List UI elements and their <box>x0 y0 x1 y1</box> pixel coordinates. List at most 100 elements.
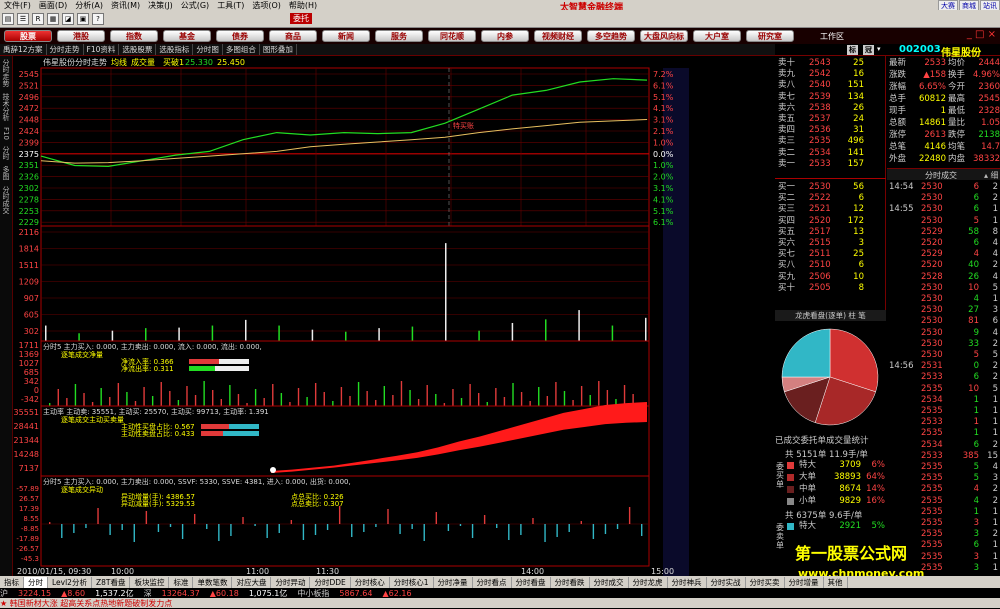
ask-row[interactable]: 卖九 2542 16 <box>775 69 886 80</box>
ask-row[interactable]: 卖一 2533 157 <box>775 159 886 170</box>
tick-row[interactable]: 2535 10 5 <box>887 384 1000 395</box>
tick-row[interactable]: 2520 40 2 <box>887 260 1000 271</box>
bid-row[interactable]: 买三 2521 12 <box>775 204 886 215</box>
workarea-label[interactable]: 工作区 <box>820 31 844 42</box>
bottom-tab[interactable]: 分时增量 <box>785 576 824 588</box>
tick-row[interactable]: 2530 33 2 <box>887 339 1000 350</box>
tick-row[interactable]: 2534 6 2 <box>887 440 1000 451</box>
nav-item[interactable]: 服务 <box>375 30 423 42</box>
news-ticker[interactable]: ★ 韩国新材大涨 超高关系点热地新题破制发力点 <box>0 598 1000 608</box>
bottom-tab[interactable]: 分时核心1 <box>390 576 434 588</box>
bottom-tab[interactable]: 分时净量 <box>434 576 473 588</box>
arrow-icons[interactable]: ▴ 细 <box>984 170 999 181</box>
subtool-item[interactable]: 图形叠加 <box>260 44 297 55</box>
tick-row[interactable]: 2535 3 2 <box>887 529 1000 540</box>
left-tab[interactable]: 分时 <box>1 146 11 160</box>
tick-row[interactable]: 2534 1 1 <box>887 395 1000 406</box>
badge-mark[interactable]: 标 <box>847 45 858 55</box>
subtool-item[interactable]: 分时图 <box>193 44 223 55</box>
tick-row[interactable]: 2528 26 4 <box>887 272 1000 283</box>
left-tab[interactable]: 技术分析 <box>1 93 11 121</box>
subtool-item[interactable]: 选股指标 <box>156 44 194 55</box>
bottom-tab[interactable]: 分时龙虎 <box>629 576 668 588</box>
bid-row[interactable]: 买八 2510 6 <box>775 260 886 271</box>
tick-row[interactable]: 2535 1 1 <box>887 507 1000 518</box>
ask-row[interactable]: 卖七 2539 134 <box>775 92 886 103</box>
tick-row[interactable]: 2535 4 2 <box>887 496 1000 507</box>
subtool-item[interactable]: 选股股票 <box>119 44 157 55</box>
tick-row[interactable]: 2533 385 15 <box>887 451 1000 462</box>
left-tab[interactable]: F10 <box>2 127 10 140</box>
nav-item[interactable]: 内参 <box>481 30 529 42</box>
bottom-tab[interactable]: 单数笔数 <box>193 576 233 588</box>
dragon-header[interactable]: 龙虎看盘(逐单) 柱 笔 <box>775 310 886 321</box>
tick-row[interactable]: 2530 5 5 <box>887 350 1000 361</box>
subtool-item[interactable]: 多图组合 <box>223 44 260 55</box>
bottom-tab[interactable]: 分时买卖 <box>746 576 785 588</box>
tick-row[interactable]: 2529 58 8 <box>887 227 1000 238</box>
intraday-chart[interactable]: 伟星股份 分时走势 均线 成交量 买破1 25.330 25.450 2545 7.2% 2521… <box>13 56 775 576</box>
nav-item[interactable]: 同花顺 <box>428 30 476 42</box>
bottom-tab[interactable]: 分时异动 <box>271 576 311 588</box>
nav-item[interactable]: 视频财经 <box>534 30 582 42</box>
bottom-tab[interactable]: 分时成交 <box>590 576 629 588</box>
tick-row[interactable]: 2529 4 4 <box>887 249 1000 260</box>
nav-item[interactable]: 基金 <box>163 30 211 42</box>
tick-row[interactable]: 2530 27 3 <box>887 305 1000 316</box>
tick-row[interactable]: 2535 5 4 <box>887 462 1000 473</box>
nav-item[interactable]: 股票 <box>4 30 52 42</box>
bottom-tab[interactable]: 指标 <box>0 576 24 588</box>
bid-row[interactable]: 买九 2506 10 <box>775 272 886 283</box>
bid-row[interactable]: 买五 2517 13 <box>775 227 886 238</box>
bid-row[interactable]: 买六 2515 3 <box>775 238 886 249</box>
bid-row[interactable]: 买四 2520 172 <box>775 216 886 227</box>
tick-row[interactable]: 2533 6 2 <box>887 372 1000 383</box>
bottom-tab[interactable]: 分时看盘 <box>512 576 551 588</box>
bid-row[interactable]: 买二 2522 6 <box>775 193 886 204</box>
dragon-header-tabs[interactable]: 柱 笔 <box>848 311 865 320</box>
nav-item[interactable]: 港股 <box>57 30 105 42</box>
bid-row[interactable]: 买十 2505 8 <box>775 283 886 294</box>
bottom-tab[interactable]: Levl2分析 <box>48 576 92 588</box>
tick-row[interactable]: 2530 4 1 <box>887 294 1000 305</box>
ask-row[interactable]: 卖三 2535 496 <box>775 136 886 147</box>
tick-row[interactable]: 2530 81 6 <box>887 316 1000 327</box>
left-tab[interactable]: 多图 <box>1 166 11 180</box>
subtool-item[interactable]: F10资料 <box>84 44 120 55</box>
tick-list[interactable]: 14:54 2530 6 2 2530 6 2 14:55 2530 6 1 2530 5 1 2529 58… <box>887 182 1000 576</box>
help-icon[interactable]: ? <box>92 12 104 25</box>
bottom-tab[interactable]: 标准 <box>169 576 194 588</box>
tick-row[interactable]: 2535 4 2 <box>887 484 1000 495</box>
nav-item[interactable]: 研究室 <box>746 30 794 42</box>
ask-row[interactable]: 卖十 2543 25 <box>775 58 886 69</box>
nav-item[interactable]: 大盘风向标 <box>640 30 688 42</box>
ask-row[interactable]: 卖二 2534 141 <box>775 148 886 159</box>
window-icon[interactable]: ▣ <box>77 12 89 25</box>
bid-row[interactable]: 买七 2511 25 <box>775 249 886 260</box>
ask-row[interactable]: 卖五 2537 24 <box>775 114 886 125</box>
bottom-tab[interactable]: 分时核心 <box>351 576 390 588</box>
bid-row[interactable]: 买一 2530 56 <box>775 182 886 193</box>
tick-row[interactable]: 2530 5 1 <box>887 216 1000 227</box>
grid-icon[interactable]: ▦ <box>47 12 59 25</box>
flag-icon[interactable]: ◪ <box>62 12 74 25</box>
tick-row[interactable]: 14:56 2531 0 2 <box>887 361 1000 372</box>
tick-row[interactable]: 2530 6 2 <box>887 193 1000 204</box>
chart-icon[interactable]: ▤ <box>2 12 14 25</box>
nav-item[interactable]: 指数 <box>110 30 158 42</box>
tick-row[interactable]: 2520 6 4 <box>887 238 1000 249</box>
left-tab[interactable]: 分时成交 <box>1 186 11 214</box>
nav-item[interactable]: 商品 <box>269 30 317 42</box>
bottom-tab[interactable]: Z8T看盘 <box>92 576 131 588</box>
bottom-tab[interactable]: 分时神兵 <box>668 576 707 588</box>
dropdown-icon[interactable]: ▾ <box>877 45 881 53</box>
bottom-tab[interactable]: 分时DDE <box>310 576 351 588</box>
rsi-icon[interactable]: R <box>32 12 44 25</box>
tick-row[interactable]: 2533 1 1 <box>887 417 1000 428</box>
nav-item[interactable]: 债券 <box>216 30 264 42</box>
tick-row[interactable]: 2535 1 1 <box>887 406 1000 417</box>
bottom-tab[interactable]: 板块监控 <box>130 576 170 588</box>
tick-row[interactable]: 2535 3 1 <box>887 518 1000 529</box>
subtool-item[interactable]: 禹辞12方案 <box>0 44 47 55</box>
ask-row[interactable]: 卖六 2538 26 <box>775 103 886 114</box>
